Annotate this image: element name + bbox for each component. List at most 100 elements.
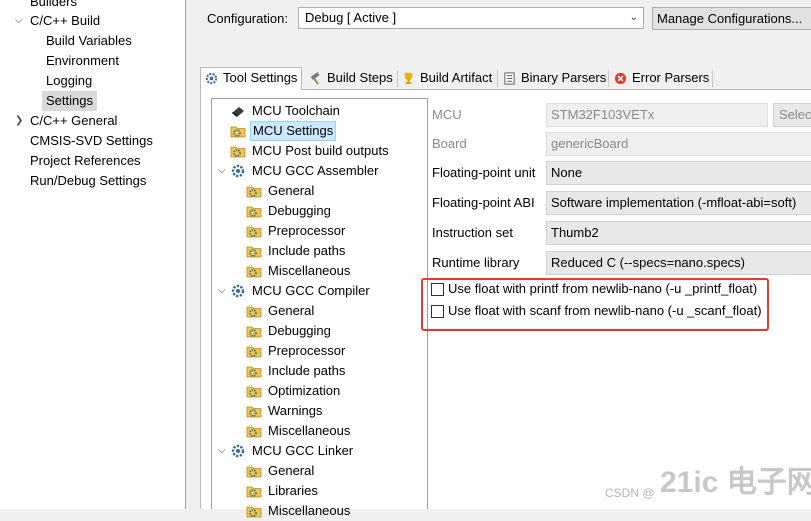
select-mcu-button: Select... [773, 103, 811, 127]
nav-item-cmsis-svd-settings[interactable]: CMSIS-SVD Settings [30, 131, 153, 151]
tool-tree-item-label: Miscellaneous [268, 503, 351, 518]
mcu-value: STM32F103VETx [551, 107, 655, 122]
floating-point-unit-label: Floating-point unit [432, 165, 536, 180]
tab-build-artifact[interactable]: Build Artifact [398, 68, 492, 89]
nav-item-label: Project References [30, 153, 141, 168]
nav-item-label: C/C++ General [30, 113, 118, 128]
chevron-down-icon: ⌄ [629, 12, 638, 23]
tab-label: Build Steps [327, 70, 393, 85]
hammer-icon [310, 72, 320, 85]
runtime-library-value: Reduced C (--specs=nano.specs) [551, 255, 746, 270]
configuration-select[interactable]: Debug [ Active ] ⌄ [298, 7, 644, 29]
nav-item-label: Build Variables [46, 33, 132, 48]
folder-gear-icon [246, 266, 262, 278]
folder-gear-icon [230, 126, 246, 138]
tab-build-steps[interactable]: Build Steps [305, 68, 393, 89]
tab-separator [712, 70, 713, 87]
folder-gear-icon [230, 146, 246, 158]
floating-point-unit-value: None [551, 165, 583, 180]
site-logo-watermark: 21ic 电子网 [660, 463, 811, 503]
folder-gear-icon [246, 346, 262, 358]
gear-icon [231, 444, 245, 458]
scanf-float-checkbox[interactable] [431, 305, 444, 318]
board-value: genericBoard [551, 136, 629, 151]
nav-item-cpp-general[interactable]: C/C++ General [30, 111, 117, 131]
tool-tree-item-label: Debugging [268, 323, 331, 338]
board-label: Board [432, 136, 467, 151]
tool-tree-item-label: Miscellaneous [268, 423, 351, 438]
folder-gear-icon [246, 406, 262, 418]
tab-tool-settings[interactable]: Tool Settings [200, 67, 302, 90]
tool-tree-item-label: Miscellaneous [268, 263, 351, 278]
manage-configurations-button[interactable]: Manage Configurations... [652, 7, 811, 30]
floating-point-abi-label: Floating-point ABI [432, 195, 535, 210]
nav-item-project-references[interactable]: Project References [30, 151, 141, 171]
tab-separator [497, 70, 498, 87]
tab-separator [608, 70, 609, 87]
folder-gear-icon [246, 366, 262, 378]
tool-tree-item-label: Include paths [268, 243, 346, 258]
expand-arrow-icon[interactable]: ⌵ [218, 161, 226, 181]
gear-icon [205, 72, 218, 85]
floating-point-abi-value: Software implementation (-mfloat-abi=sof… [551, 195, 797, 210]
folder-gear-icon [246, 306, 262, 318]
scanf-float-label: Use float with scanf from newlib-nano (-… [448, 303, 762, 318]
nav-item-label: Builders [30, 0, 77, 9]
nav-item-logging[interactable]: Logging [46, 71, 92, 91]
tool-tree-item-label: General [268, 463, 315, 478]
csdn-watermark: CSDN @ [605, 486, 655, 500]
folder-gear-icon [246, 386, 262, 398]
runtime-library-label: Runtime library [432, 255, 520, 270]
printf-float-checkbox[interactable] [431, 283, 444, 296]
nav-item-label: Run/Debug Settings [30, 173, 147, 188]
folder-gear-icon [246, 426, 262, 438]
folder-gear-icon [246, 466, 262, 478]
tool-tree-item-label: Preprocessor [268, 223, 346, 238]
expand-arrow-icon[interactable]: ⌵ [218, 281, 226, 301]
folder-gear-icon [246, 186, 262, 198]
folder-gear-icon [246, 506, 262, 518]
nav-item-label: Environment [46, 53, 119, 68]
collapse-arrow-icon[interactable]: ❯ [15, 111, 23, 131]
runtime-library-select[interactable]: Reduced C (--specs=nano.specs) [546, 251, 811, 275]
nav-item-environment[interactable]: Environment [46, 51, 119, 71]
nav-item-build-variables[interactable]: Build Variables [46, 31, 132, 51]
instruction-set-select[interactable]: Thumb2 [546, 221, 811, 245]
tab-binary-parsers[interactable]: Binary Parsers [499, 68, 606, 89]
tab-label: Tool Settings [223, 70, 298, 85]
select-mcu-label: Select... [779, 107, 811, 122]
tab-label: Error Parsers [632, 70, 710, 85]
tool-tree-item-label: Optimization [268, 383, 341, 398]
floating-point-abi-select[interactable]: Software implementation (-mfloat-abi=sof… [546, 191, 811, 215]
expand-arrow-icon[interactable]: ⌵ [15, 11, 23, 31]
tool-tree-item-label: Warnings [268, 403, 323, 418]
tool-tree-item-label: General [268, 303, 315, 318]
site-logo-text: 21ic 电子网 [660, 466, 811, 499]
nav-item-label: C/C++ Build [30, 13, 101, 28]
tool-tree-item-label: MCU GCC Compiler [252, 283, 370, 298]
trophy-icon [404, 72, 413, 85]
floating-point-unit-select[interactable]: None [546, 161, 811, 185]
tool-tree-item-label: Preprocessor [268, 343, 346, 358]
tool-tree-item-label: Libraries [268, 483, 318, 498]
manage-configurations-label: Manage Configurations... [657, 11, 803, 26]
tab-error-parsers[interactable]: Error Parsers [610, 68, 709, 89]
board-field: genericBoard [546, 132, 811, 156]
folder-gear-icon [246, 226, 262, 238]
nav-item-run-debug-settings[interactable]: Run/Debug Settings [30, 171, 146, 191]
folder-gear-icon [246, 246, 262, 258]
tool-tree-item-label: MCU Toolchain [252, 103, 340, 118]
configuration-label: Configuration: [207, 11, 288, 26]
mcu-label: MCU [432, 107, 462, 122]
tab-label: Build Artifact [420, 70, 493, 85]
chip-icon [232, 107, 244, 117]
printf-float-label: Use float with printf from newlib-nano (… [448, 281, 758, 296]
nav-item-cpp-build[interactable]: C/C++ Build [30, 11, 100, 31]
folder-gear-icon [246, 326, 262, 338]
nav-item-settings[interactable]: Settings [42, 91, 97, 111]
gear-icon [231, 284, 245, 298]
property-page-navigation: Builders ⌵ C/C++ Build Build Variables E… [0, 0, 186, 509]
expand-arrow-icon[interactable]: ⌵ [218, 441, 226, 461]
instruction-set-value: Thumb2 [551, 225, 599, 240]
instruction-set-label: Instruction set [432, 225, 513, 240]
